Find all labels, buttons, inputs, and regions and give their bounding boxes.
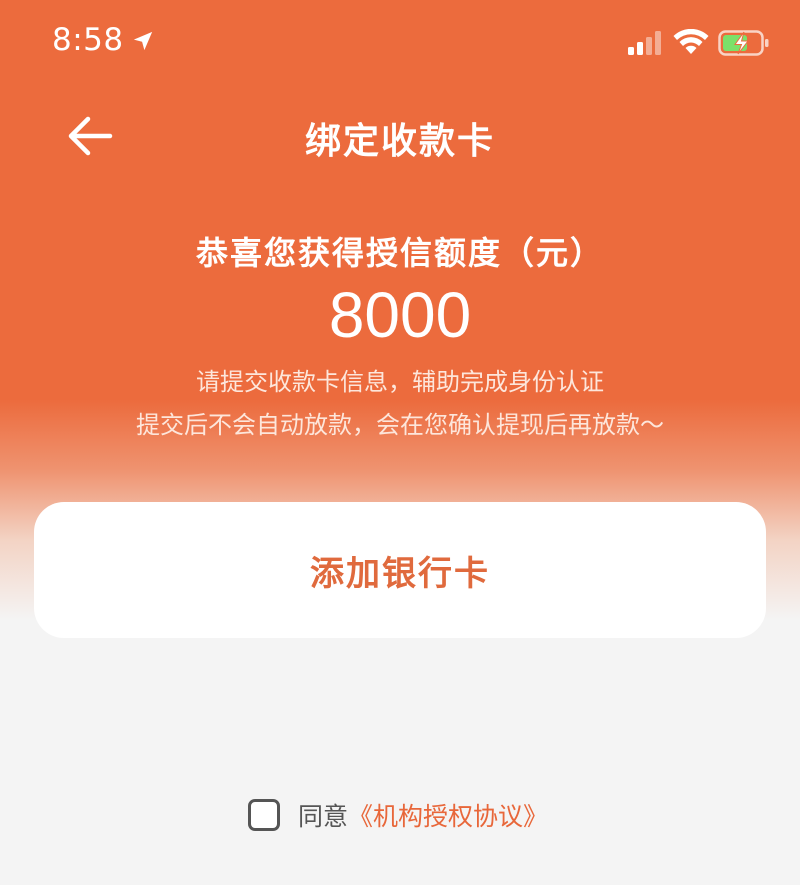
agreement-row: 同意 《机构授权协议》 [248, 796, 548, 834]
info-note-line-1: 请提交收款卡信息，辅助完成身份认证 [196, 368, 604, 396]
cellular-signal-icon [628, 31, 661, 55]
status-bar: 8:58 [0, 0, 800, 90]
credit-limit-amount: 8000 [328, 279, 472, 351]
add-bank-card-button[interactable]: 添加银行卡 [34, 502, 766, 638]
info-note-line-2: 提交后不会自动放款，会在您确认提现后再放款～ [136, 411, 664, 439]
credit-limit-label: 恭喜您获得授信额度（元） [195, 234, 604, 272]
agreement-checkbox[interactable] [248, 799, 280, 831]
add-bank-card-label: 添加银行卡 [310, 553, 490, 594]
status-time: 8:58 [52, 22, 124, 58]
agreement-prefix: 同意 [298, 802, 349, 831]
agreement-link[interactable]: 《机构授权协议》 [348, 797, 548, 833]
wifi-icon [673, 29, 709, 54]
battery-charging-icon [718, 30, 769, 56]
location-arrow-icon [133, 31, 153, 51]
nav-bar: 绑定收款卡 [0, 100, 800, 170]
page-title: 绑定收款卡 [304, 121, 495, 162]
